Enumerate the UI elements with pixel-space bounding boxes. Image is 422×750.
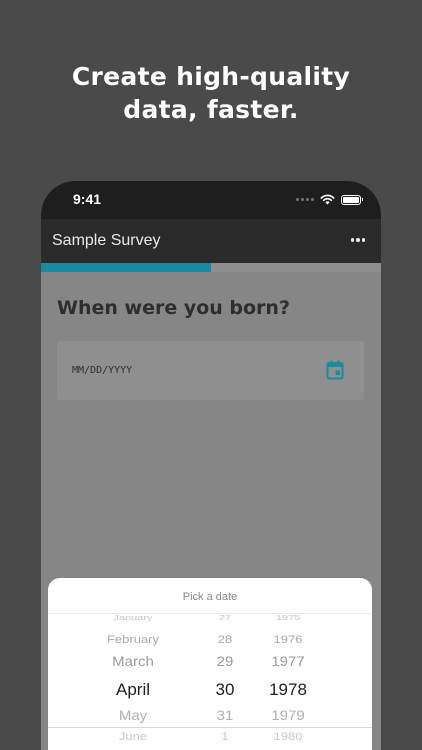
status-icons [296, 194, 363, 205]
date-picker-sheet: Pick a date January 27 1975 February 28 1976 M… [48, 578, 372, 750]
battery-icon [341, 194, 363, 205]
picker-year: 1980 [273, 730, 303, 743]
survey-progress-bar [41, 263, 381, 272]
cellular-dots-icon [296, 198, 314, 201]
wifi-icon [320, 194, 335, 205]
date-field-placeholder: MM/DD/YYYY [72, 365, 133, 376]
picker-day: 28 [217, 633, 233, 646]
date-picker-title: Pick a date [182, 591, 238, 603]
picker-year: 1977 [271, 653, 305, 670]
picker-day: 27 [218, 614, 232, 622]
date-picker-wheels[interactable]: January 27 1975 February 28 1976 March 29 1977 Ap… [48, 614, 372, 750]
picker-day: 29 [216, 653, 234, 670]
birth-date-field[interactable]: MM/DD/YYYY [57, 341, 364, 400]
survey-progress-fill [41, 263, 211, 272]
calendar-icon[interactable] [326, 360, 344, 380]
picker-day: 1 [221, 730, 229, 743]
app-title: Sample Survey [52, 232, 161, 249]
picker-month: June [118, 730, 148, 743]
picker-year: 1979 [271, 707, 305, 724]
headline-line-2: data, faster. [123, 95, 299, 124]
picker-month: May [118, 707, 148, 724]
picker-year: 1978 [269, 680, 307, 699]
picker-month: April [115, 680, 150, 699]
picker-month: March [112, 653, 154, 670]
app-bar: Sample Survey [41, 219, 381, 263]
picker-year: 1975 [275, 614, 301, 622]
picker-month: February [106, 633, 160, 646]
picker-row[interactable]: May 31 1979 [48, 707, 372, 731]
more-horizontal-icon[interactable] [350, 238, 365, 242]
question-text: When were you born? [57, 297, 290, 319]
picker-day: 30 [215, 680, 235, 699]
picker-row[interactable]: March 29 1977 [48, 653, 372, 677]
picker-month: January [113, 614, 153, 622]
picker-day: 31 [216, 707, 234, 724]
headline: Create high-quality data, faster. [0, 60, 422, 126]
headline-line-1: Create high-quality [71, 62, 351, 91]
picker-row[interactable]: April 30 1978 [48, 680, 372, 704]
picker-year: 1976 [273, 633, 303, 646]
status-bar: 9:41 [41, 181, 381, 219]
status-time: 9:41 [73, 191, 102, 207]
picker-row[interactable]: June 1 1980 [48, 729, 372, 750]
